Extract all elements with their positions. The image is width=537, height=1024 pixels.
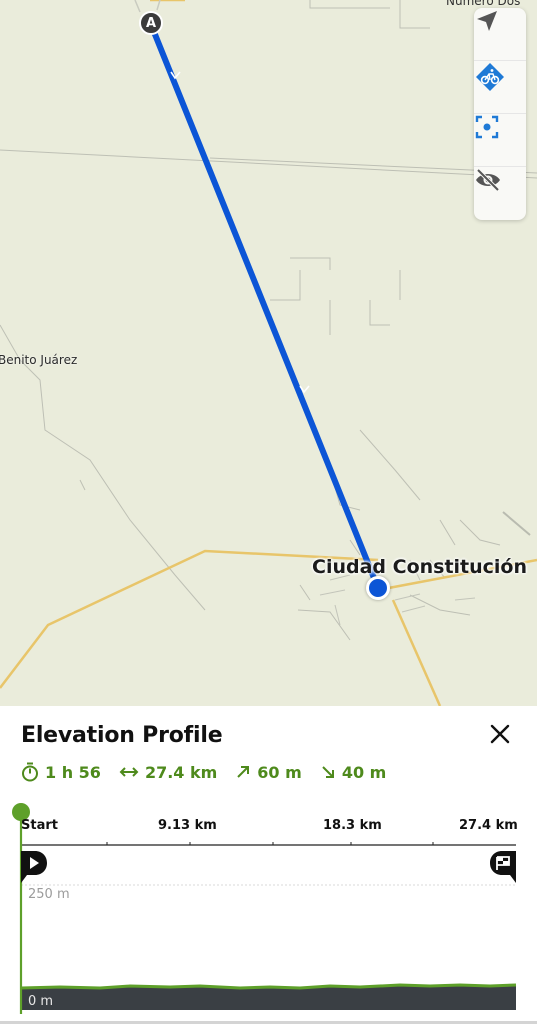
focus-location-button[interactable] (474, 113, 526, 166)
current-location-marker[interactable] (366, 576, 390, 600)
descent-value: 40 m (341, 762, 387, 782)
map-label-town-topright: Número Dos (446, 0, 521, 8)
axis-label-tick1: 9.13 km (158, 818, 217, 833)
distance-axis: Start 9.13 km 18.3 km 27.4 km (0, 814, 537, 836)
start-marker-label: A (145, 15, 157, 31)
stat-descent: 40 m (320, 762, 387, 782)
navigate-button[interactable] (474, 8, 526, 60)
map-label-city: Ciudad Constitución (312, 556, 528, 578)
navigate-icon (477, 11, 497, 31)
map-view[interactable]: A Ciudad Constitución Benito Juárez Núme… (0, 0, 537, 706)
elevation-min-label: 0 m (28, 994, 54, 1009)
stopwatch-icon (22, 762, 38, 782)
bicycle-profile-icon (476, 63, 504, 91)
finish-flag-icon (490, 851, 516, 883)
route-stats: 1 h 56 27.4 km 60 m 40 m (21, 762, 404, 782)
duration-value: 1 h 56 (45, 762, 101, 782)
distance-value: 27.4 km (144, 762, 218, 782)
stat-distance: 27.4 km (119, 763, 217, 782)
map-canvas (0, 0, 537, 706)
elevation-max-label: 250 m (28, 887, 70, 902)
route-start-marker[interactable]: A (139, 11, 163, 35)
stat-ascent: 60 m (235, 763, 302, 782)
focus-location-icon (475, 115, 499, 139)
close-button[interactable] (484, 718, 516, 750)
close-icon (490, 724, 510, 744)
axis-label-start: Start (21, 818, 58, 833)
map-label-town: Benito Juárez (0, 353, 78, 367)
panel-title: Elevation Profile (21, 723, 223, 748)
ascent-value: 60 m (257, 762, 302, 782)
stat-duration: 1 h 56 (21, 762, 101, 782)
distance-arrows-icon (119, 767, 139, 777)
bicycle-profile-button[interactable] (474, 60, 526, 113)
start-flag-icon (21, 851, 47, 883)
elevation-profile-panel: Elevation Profile 1 h 56 27.4 km 60 m 40… (0, 706, 537, 1024)
visibility-off-icon (476, 168, 500, 192)
axis-label-tick2: 18.3 km (323, 818, 382, 833)
axis-label-tick3: 27.4 km (459, 818, 518, 833)
map-tools-panel (474, 8, 526, 220)
ascent-arrow-icon (237, 766, 250, 778)
toggle-visibility-button[interactable] (474, 166, 526, 219)
descent-arrow-icon (322, 766, 334, 778)
